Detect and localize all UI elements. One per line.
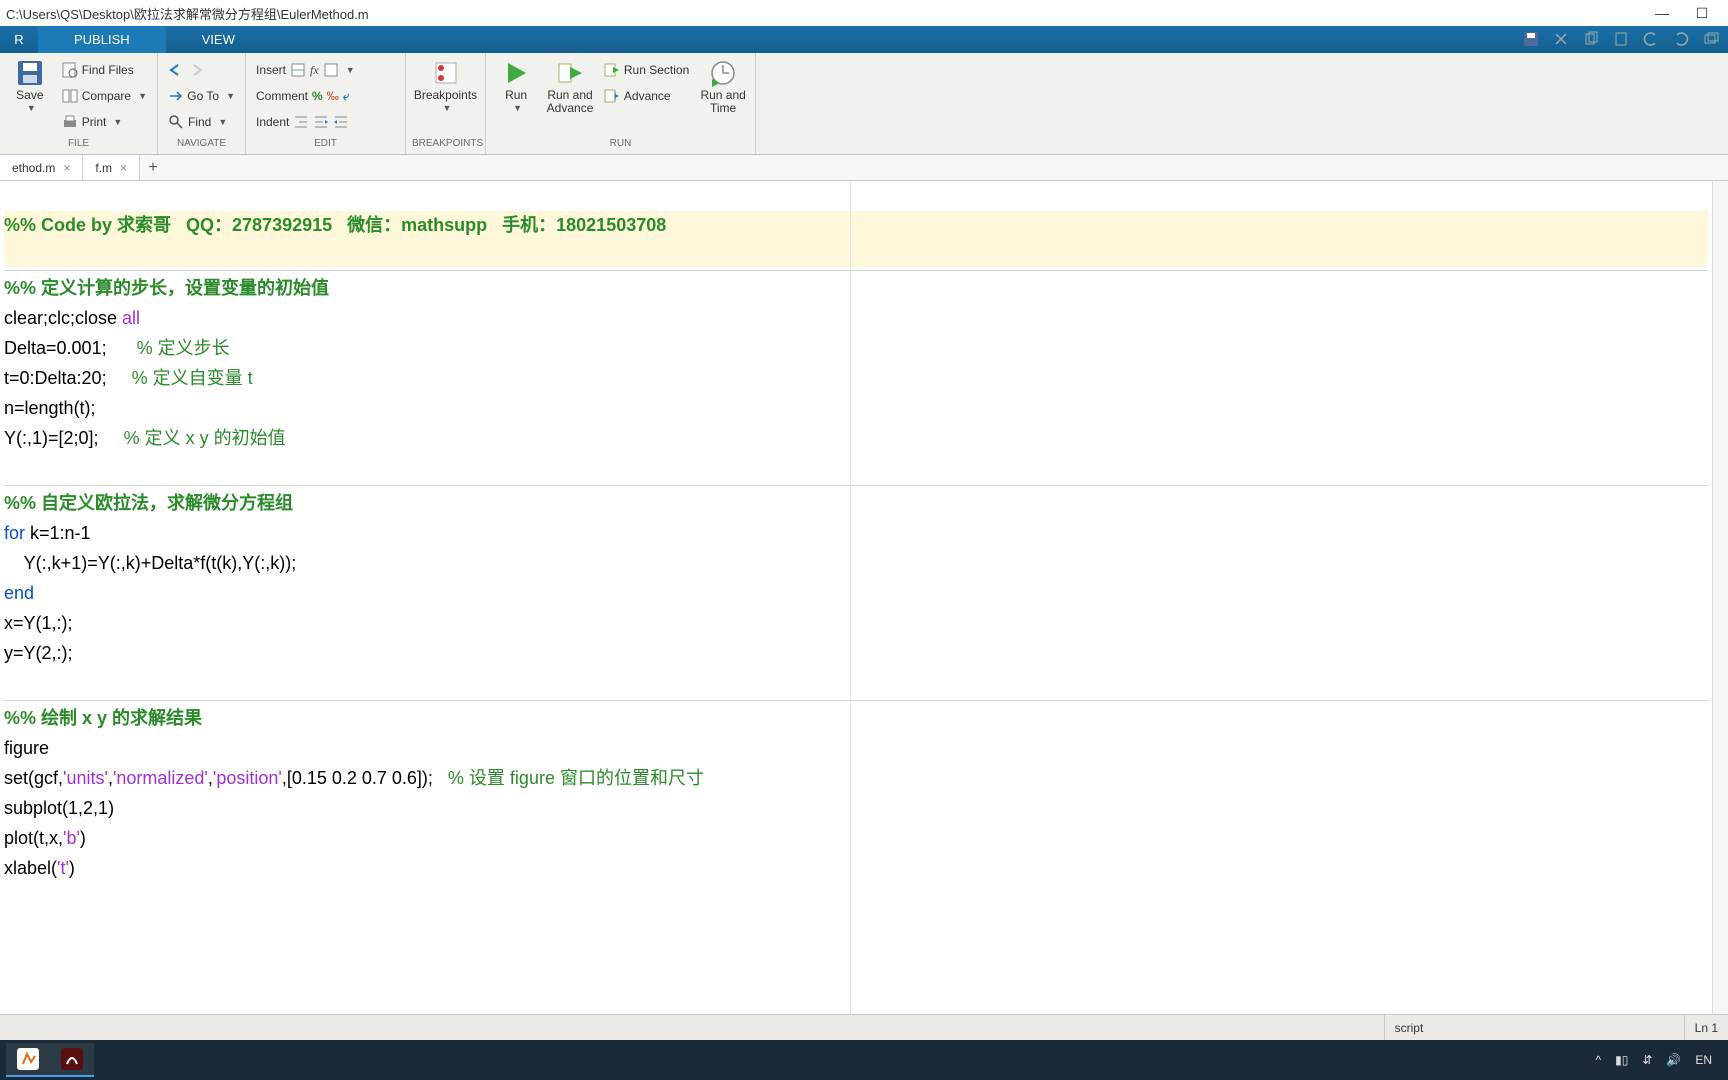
chevron-down-icon: ▼ (226, 91, 235, 101)
add-tab-button[interactable]: + (140, 159, 166, 177)
fx-icon[interactable]: fx (310, 63, 319, 78)
taskbar-matlab[interactable] (6, 1043, 50, 1077)
indent-right-icon[interactable] (313, 114, 329, 130)
undo-icon[interactable] (1640, 28, 1662, 50)
group-label-file: FILE (6, 138, 151, 152)
indent-row[interactable]: Indent (252, 109, 399, 135)
copy-icon[interactable] (1580, 28, 1602, 50)
chevron-down-icon: ▼ (513, 102, 522, 115)
comment-wrap-icon[interactable]: ⤶ (343, 89, 350, 104)
status-cursor-pos: Ln 1 (1684, 1015, 1728, 1040)
group-label-breakpoints: BREAKPOINTS (412, 138, 479, 152)
indent-left-icon[interactable] (333, 114, 349, 130)
redo-icon[interactable] (1670, 28, 1692, 50)
right-margin-line (850, 181, 851, 1014)
comment-add-icon[interactable]: % (312, 89, 323, 103)
tab-publish[interactable]: PUBLISH (38, 26, 166, 53)
print-button[interactable]: Print▼ (58, 109, 151, 135)
group-label-run: RUN (492, 138, 749, 152)
forward-arrow-icon (190, 62, 208, 78)
breakpoints-button[interactable]: Breakpoints▼ (412, 57, 479, 115)
taskbar-adobe-reader[interactable] (50, 1043, 94, 1077)
tray-volume-icon[interactable]: 🔊 (1666, 1053, 1681, 1067)
group-label-edit: EDIT (252, 138, 399, 152)
find-button[interactable]: Find▼ (164, 109, 239, 135)
run-advance-button[interactable]: Run and Advance (544, 57, 596, 115)
chevron-down-icon: ▼ (443, 102, 452, 115)
insert-row[interactable]: Insert fx ▼ (252, 57, 399, 83)
tray-network-icon[interactable]: ⇵ (1642, 1053, 1652, 1067)
run-time-button[interactable]: Run and Time (697, 57, 749, 115)
chevron-down-icon: ▼ (27, 102, 36, 115)
corner-tab[interactable]: R (0, 26, 38, 53)
group-label-navigate: NAVIGATE (164, 138, 239, 152)
chevron-down-icon: ▼ (346, 65, 355, 75)
cut-icon[interactable] (1550, 28, 1572, 50)
tab-view[interactable]: VIEW (166, 26, 271, 53)
advance-button[interactable]: Advance (600, 83, 693, 109)
save-quick-icon[interactable] (1520, 28, 1542, 50)
file-tab-2[interactable]: f.m × (83, 155, 140, 180)
maximize-button[interactable]: ☐ (1682, 1, 1722, 25)
code-analyzer-strip[interactable] (1712, 181, 1728, 1014)
file-tab-1[interactable]: ethod.m × (0, 155, 83, 180)
window-title: C:\Users\QS\Desktop\欧拉法求解常微分方程组\EulerMet… (6, 4, 369, 23)
tray-battery-icon[interactable]: ▮▯ (1615, 1053, 1628, 1067)
nav-back-forward[interactable] (164, 57, 239, 83)
run-section-button[interactable]: Run Section (600, 57, 693, 83)
comment-remove-icon[interactable]: ‰ (327, 89, 339, 103)
code-editor[interactable]: %% Code by 求索哥 QQ：2787392915 微信：mathsupp… (0, 181, 1712, 1014)
paste-icon[interactable] (1610, 28, 1632, 50)
tray-lang[interactable]: EN (1695, 1053, 1712, 1067)
indent-icon[interactable] (293, 114, 309, 130)
find-files-button[interactable]: Find Files (58, 57, 151, 83)
switch-windows-icon[interactable] (1700, 28, 1722, 50)
comment-row[interactable]: Comment % ‰ ⤶ (252, 83, 399, 109)
save-button[interactable]: Save▼ (6, 57, 54, 115)
chevron-down-icon: ▼ (113, 117, 122, 127)
minimize-button[interactable]: — (1642, 1, 1682, 25)
taskbar[interactable]: ^ ▮▯ ⇵ 🔊 EN (0, 1040, 1728, 1080)
tray-chevron-up-icon[interactable]: ^ (1595, 1053, 1601, 1067)
run-button[interactable]: Run▼ (492, 57, 540, 115)
chevron-down-icon: ▼ (218, 117, 227, 127)
insert-more-icon[interactable] (323, 62, 339, 78)
close-icon[interactable]: × (120, 161, 127, 175)
close-icon[interactable]: × (63, 161, 70, 175)
chevron-down-icon: ▼ (138, 91, 147, 101)
back-arrow-icon[interactable] (168, 62, 186, 78)
status-file-type: script (1384, 1015, 1684, 1040)
compare-button[interactable]: Compare▼ (58, 83, 151, 109)
goto-button[interactable]: Go To▼ (164, 83, 239, 109)
section-icon[interactable] (290, 62, 306, 78)
